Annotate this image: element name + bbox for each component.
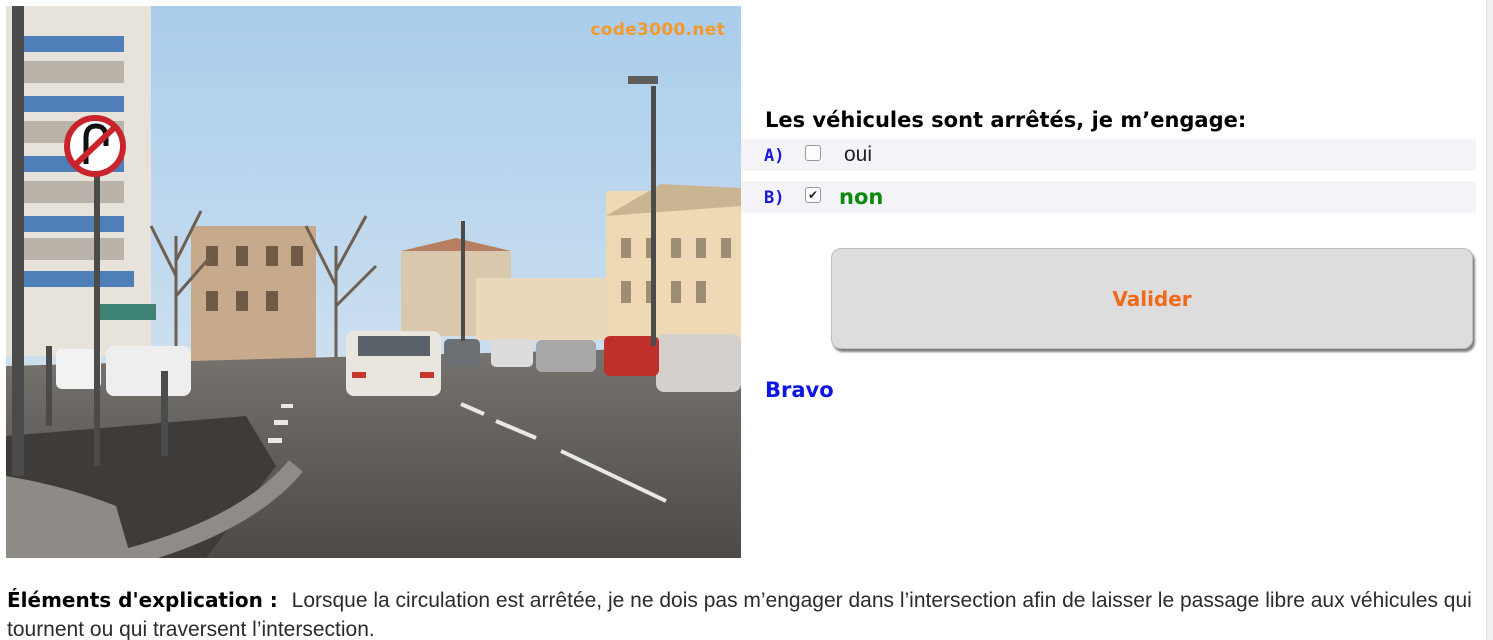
answer-letter: B) bbox=[764, 188, 785, 208]
answer-text-a: oui bbox=[844, 143, 873, 166]
window-scrollbar[interactable] bbox=[1486, 0, 1493, 640]
question-photo: code3000.net bbox=[6, 6, 741, 558]
validate-button[interactable]: Valider bbox=[831, 248, 1473, 349]
street-scene-illustration bbox=[6, 6, 741, 558]
watermark-text: code3000.net bbox=[590, 20, 725, 40]
explanation-block: Éléments d'explication : Lorsque la circ… bbox=[7, 586, 1477, 640]
answer-option-b[interactable]: B) ✔ non bbox=[741, 181, 1476, 213]
result-message: Bravo bbox=[765, 378, 834, 402]
answer-option-a[interactable]: A) oui bbox=[741, 139, 1476, 171]
explanation-label: Éléments d'explication : bbox=[7, 588, 278, 612]
answer-text-b: non bbox=[839, 185, 884, 209]
answer-checkbox-a[interactable] bbox=[805, 145, 821, 161]
question-text: Les véhicules sont arrêtés, je m’engage: bbox=[765, 108, 1247, 132]
quiz-page: code3000.net Les véhicules sont arrêtés,… bbox=[0, 0, 1493, 640]
answer-checkbox-b[interactable]: ✔ bbox=[805, 187, 821, 203]
answer-letter: A) bbox=[764, 146, 785, 166]
